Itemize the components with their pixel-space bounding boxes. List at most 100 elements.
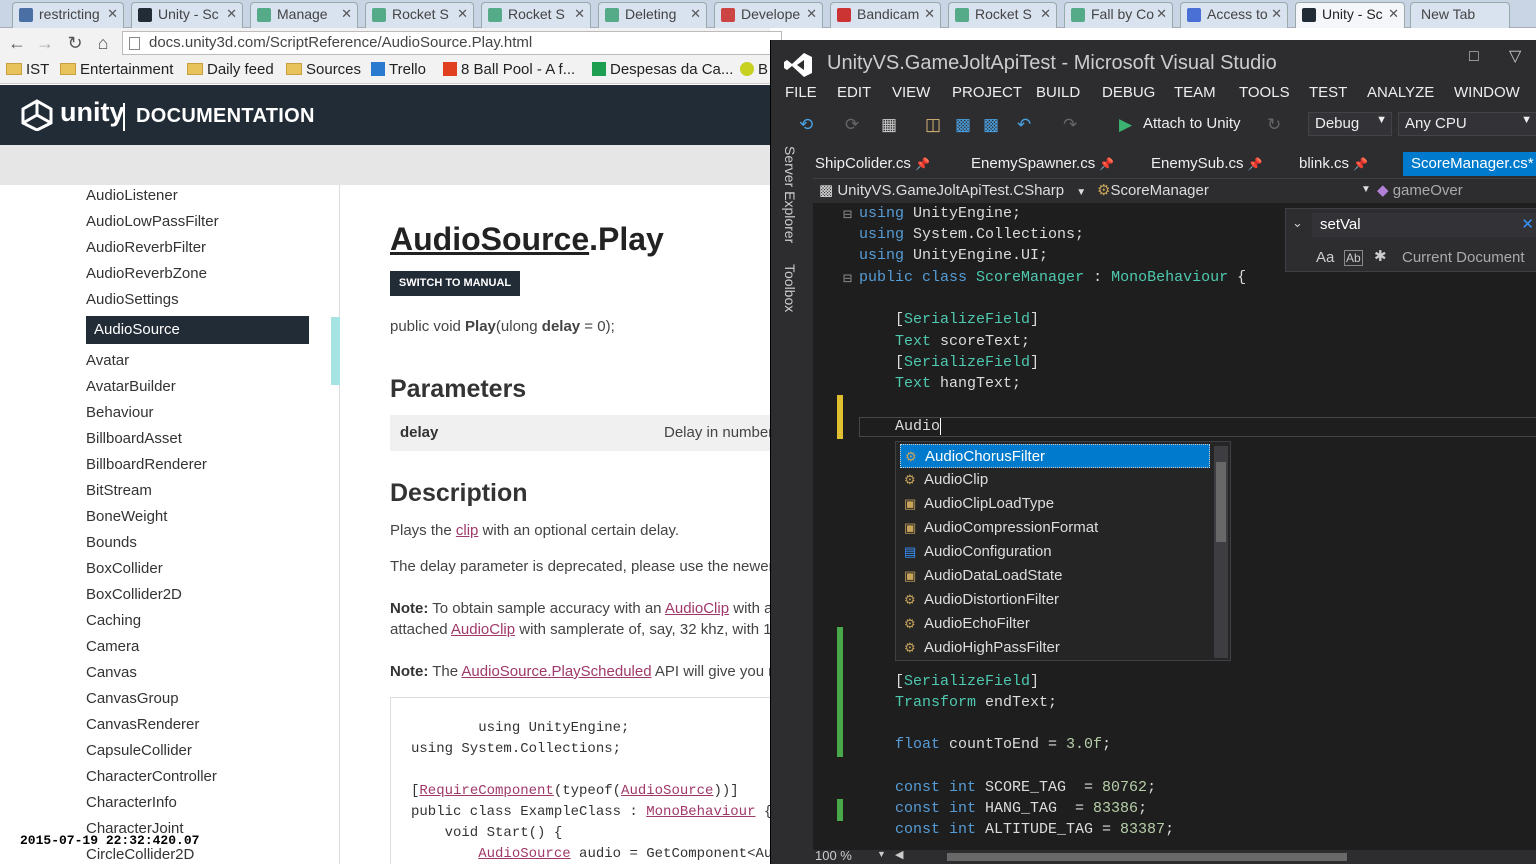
menu-window[interactable]: WINDOW (1454, 84, 1520, 101)
new-project-icon[interactable]: ▦ (881, 115, 897, 135)
sidebar-item[interactable]: Behaviour (86, 404, 154, 421)
sidebar-item[interactable]: AudioReverbFilter (86, 239, 206, 256)
pin-icon[interactable]: 📌 (1099, 157, 1114, 171)
menu-view[interactable]: VIEW (892, 84, 930, 101)
sidebar-item[interactable]: AudioListener (86, 187, 178, 204)
sidebar-item[interactable]: AvatarBuilder (86, 378, 176, 395)
menu-build[interactable]: BUILD (1036, 84, 1080, 101)
browser-tab[interactable]: Deleting ✕ (598, 2, 707, 28)
menu-project[interactable]: PROJECT (952, 84, 1022, 101)
close-icon[interactable]: ✕ (1521, 215, 1534, 233)
open-folder-icon[interactable]: ◫ (925, 115, 941, 135)
sidebar-item[interactable]: CharacterController (86, 768, 217, 785)
menu-analyze[interactable]: ANALYZE (1367, 84, 1434, 101)
member-dropdown[interactable]: ◆ gameOver (1377, 181, 1463, 199)
sidebar-item[interactable]: CanvasGroup (86, 690, 179, 707)
browser-tab[interactable]: Unity - Sc ✕ (131, 2, 243, 28)
sidebar-item[interactable]: Caching (86, 612, 141, 629)
completion-scrollbar[interactable] (1214, 446, 1228, 658)
sidebar-item[interactable]: Bounds (86, 534, 137, 551)
collapse-icon[interactable]: ⊟ (843, 269, 852, 288)
sidebar-item[interactable]: Camera (86, 638, 139, 655)
close-tab-icon[interactable]: ✕ (1271, 6, 1282, 22)
menu-tools[interactable]: TOOLS (1239, 84, 1290, 101)
platform-select[interactable]: Any CPU ▼ (1398, 112, 1536, 136)
back-icon[interactable]: ⟲ (799, 115, 813, 135)
pin-icon[interactable]: 📌 (1353, 157, 1368, 171)
project-dropdown[interactable]: ▩ UnityVS.GameJoltApiTest.CSharp ▼ (819, 181, 1086, 199)
close-tab-icon[interactable]: ✕ (574, 6, 585, 22)
documentation-label[interactable]: DOCUMENTATION (136, 105, 315, 128)
server-explorer-tab[interactable]: Server Explorer (782, 146, 798, 243)
playscheduled-link[interactable]: AudioSource.PlayScheduled (461, 663, 651, 680)
sidebar-item[interactable]: CanvasRenderer (86, 716, 199, 733)
save-all-icon[interactable]: ▩ (983, 115, 999, 135)
scroll-left-icon[interactable]: ◀ (895, 848, 903, 861)
browser-tab[interactable]: Bandicam ✕ (830, 2, 941, 28)
sidebar-item[interactable]: BoxCollider (86, 560, 163, 577)
sidebar-item[interactable]: BillboardAsset (86, 430, 182, 447)
browser-tab[interactable]: Rocket S ✕ (948, 2, 1057, 28)
regex-icon[interactable]: ✱ (1374, 247, 1387, 265)
sidebar-item[interactable]: CircleCollider2D (86, 846, 194, 863)
close-tab-icon[interactable]: ✕ (1388, 6, 1399, 22)
sidebar-item[interactable]: BoneWeight (86, 508, 167, 525)
unity-brand[interactable]: unity (60, 97, 125, 128)
close-tab-icon[interactable]: ✕ (226, 6, 237, 22)
sidebar-item[interactable]: CapsuleCollider (86, 742, 192, 759)
zoom-level[interactable]: 100 % (815, 848, 852, 863)
horizontal-scrollbar[interactable] (947, 853, 1347, 861)
sidebar-item[interactable]: BitStream (86, 482, 152, 499)
tab-shipcolider[interactable]: ShipColider.cs 📌 (807, 152, 957, 176)
expand-icon[interactable]: ⌄ (1292, 215, 1303, 231)
close-tab-icon[interactable]: ✕ (1156, 6, 1167, 22)
menu-debug[interactable]: DEBUG (1102, 84, 1155, 101)
browser-tab[interactable]: Rocket S ✕ (481, 2, 591, 28)
switch-to-manual-button[interactable]: SWITCH TO MANUAL (390, 271, 520, 296)
play-icon[interactable]: ▶ (1119, 115, 1132, 135)
menu-edit[interactable]: EDIT (837, 84, 871, 101)
bookmark-8-ball-pool[interactable]: 8 Ball Pool - A f... (443, 61, 575, 78)
tab-scoremanager[interactable]: ScoreManager.cs* (1403, 152, 1536, 176)
completion-item[interactable]: ⚙ AudioEchoFilter (900, 612, 1210, 636)
sidebar-item[interactable]: Canvas (86, 664, 137, 681)
code-editor[interactable]: ⊟ ⊟ using UnityEngine; using System.Coll… (813, 203, 1536, 850)
reload-icon[interactable]: ↻ (64, 32, 86, 54)
completion-item[interactable]: ⚙ AudioDistortionFilter (900, 588, 1210, 612)
chevron-down-icon[interactable]: ▼ (877, 849, 886, 859)
whole-word-toggle[interactable]: Ab (1344, 250, 1363, 266)
sidebar-item[interactable]: AudioSource (86, 316, 309, 344)
bookmark-entertainment[interactable]: Entertainment (60, 61, 173, 78)
sidebar-item[interactable]: CharacterInfo (86, 794, 177, 811)
close-tab-icon[interactable]: ✕ (806, 6, 817, 22)
pin-icon[interactable]: 📌 (915, 157, 930, 171)
close-tab-icon[interactable]: ✕ (107, 6, 118, 22)
scrollbar[interactable] (331, 317, 340, 385)
completion-item[interactable]: ⚙ AudioClip (900, 468, 1210, 492)
collapse-icon[interactable]: ⊟ (843, 205, 852, 224)
browser-tab[interactable]: Develope ✕ (714, 2, 823, 28)
completion-item[interactable]: ▣ AudioCompressionFormat (900, 516, 1210, 540)
completion-item[interactable]: ▣ AudioClipLoadType (900, 492, 1210, 516)
find-scope[interactable]: Current Document (1402, 249, 1525, 266)
tab-enemyspawner[interactable]: EnemySpawner.cs 📌 (963, 152, 1137, 176)
bookmark-sources[interactable]: Sources (286, 61, 361, 78)
browser-tab[interactable]: Access to ✕ (1180, 2, 1288, 28)
pin-icon[interactable]: 📌 (1248, 157, 1263, 171)
browser-tab[interactable]: New Tab (1410, 2, 1510, 28)
find-input[interactable]: setVal (1312, 213, 1536, 237)
completion-item[interactable]: ▤ AudioConfiguration (900, 540, 1210, 564)
completion-item[interactable]: ⚙ AudioChorusFilter (900, 444, 1210, 468)
close-tab-icon[interactable]: ✕ (924, 6, 935, 22)
forward-icon[interactable]: → (34, 32, 56, 54)
class-dropdown[interactable]: ⚙ScoreManager (1097, 181, 1209, 199)
sidebar-item[interactable]: AudioSettings (86, 291, 179, 308)
unity-logo-icon[interactable] (20, 99, 54, 131)
redo-icon[interactable]: ↷ (1063, 115, 1077, 135)
close-tab-icon[interactable]: ✕ (1040, 6, 1051, 22)
sidebar-item[interactable]: AudioReverbZone (86, 265, 207, 282)
menu-team[interactable]: TEAM (1174, 84, 1216, 101)
browser-tab[interactable]: Fall by Co ✕ (1064, 2, 1173, 28)
feedback-icon[interactable]: □ (1469, 48, 1479, 66)
url-input[interactable]: docs.unity3d.com/ScriptReference/AudioSo… (122, 31, 782, 55)
